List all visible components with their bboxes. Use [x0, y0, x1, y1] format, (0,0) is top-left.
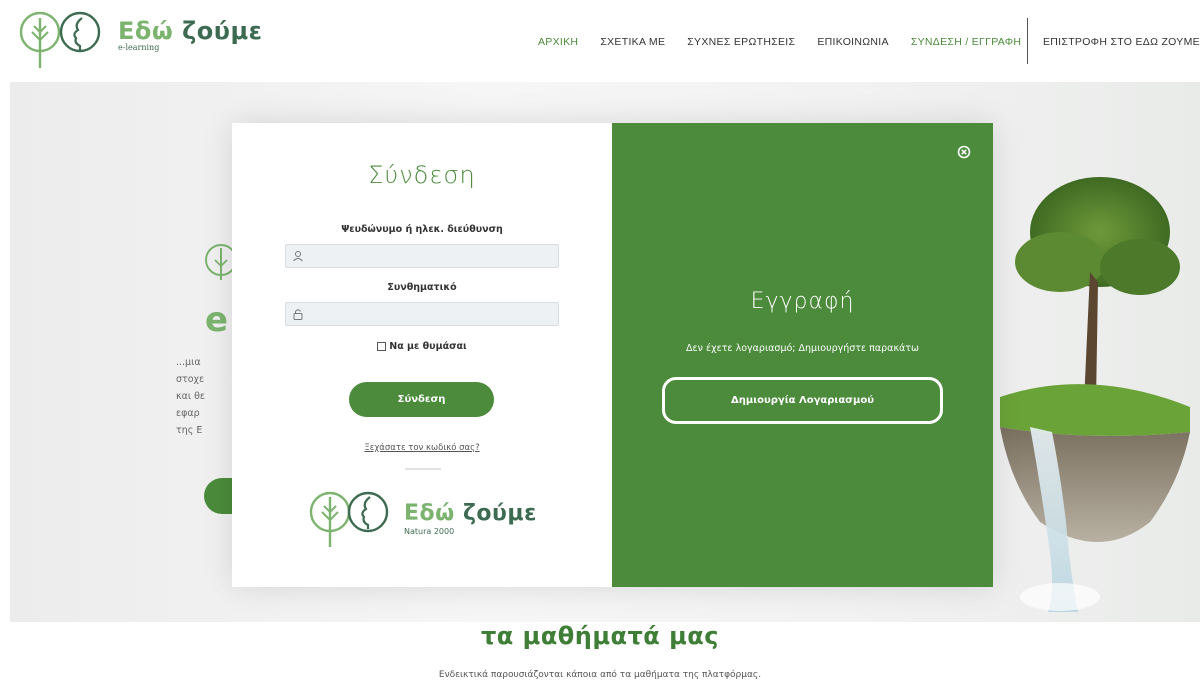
logo-title: Εδώ ζούμε — [118, 16, 263, 45]
login-register-modal: Σύνδεση Ψευδώνυμο ή ηλεκ. διεύθυνση Συνθ… — [232, 123, 993, 587]
courses-subtitle: Ενδεικτικά παρουσιάζονται κάποια από τα … — [438, 670, 762, 680]
nav-return-link[interactable]: ΕΠΙΣΤΡΟΦΗ ΣΤΟ ΕΔΩ ΖΟΥΜΕ — [1043, 36, 1200, 48]
forgot-password-link[interactable]: Ξεχάσατε τον κωδικό σας? — [232, 443, 612, 453]
tree-logo-icon — [19, 11, 101, 68]
login-button[interactable]: Σύνδεση — [349, 382, 494, 417]
separator — [405, 468, 441, 470]
site-logo[interactable]: Εδώ ζούμε e-learning — [18, 10, 263, 72]
username-label: Ψευδώνυμο ή ηλεκ. διεύθυνση — [341, 224, 503, 235]
register-panel: Εγγραφή Δεν έχετε λογαριασμό; Δημιουργήσ… — [612, 123, 993, 587]
nav-faq[interactable]: ΣΥΧΝΕΣ ΕΡΩΤΗΣΕΙΣ — [687, 36, 795, 48]
brand-subtitle: Natura 2000 — [404, 526, 455, 536]
lock-icon — [293, 309, 303, 320]
hero-text: ...μια στοχε και θε εφαρ της Ε — [176, 357, 206, 436]
floating-island-image — [1000, 177, 1190, 612]
nav-login-register[interactable]: ΣΥΝΔΕΣΗ / ΕΓΓΡΑΦΗ — [911, 36, 1021, 48]
close-icon[interactable] — [957, 145, 971, 159]
remember-label: Να με θυμάσαι — [389, 341, 467, 352]
remember-checkbox[interactable] — [377, 342, 387, 351]
face-logo-icon — [309, 491, 389, 547]
nav-divider — [1027, 18, 1028, 64]
brand-title: Εδώ ζούμε — [404, 500, 537, 526]
login-panel: Σύνδεση Ψευδώνυμο ή ηλεκ. διεύθυνση Συνθ… — [232, 123, 612, 587]
nav-about[interactable]: ΣΧΕΤΙΚΑ ΜΕ — [600, 36, 665, 48]
brand-logo: Εδώ ζούμε Natura 2000 — [308, 487, 537, 549]
username-field[interactable] — [285, 244, 559, 268]
nav-contact[interactable]: ΕΠΙΚΟΙΝΩΝΙΑ — [817, 36, 889, 48]
username-input[interactable] — [304, 245, 558, 267]
create-account-button[interactable]: Δημιουργία Λογαριασμού — [662, 377, 943, 424]
register-subtitle: Δεν έχετε λογαριασμό; Δημιουργήστε παρακ… — [686, 343, 919, 354]
password-field[interactable] — [285, 302, 559, 326]
password-input[interactable] — [304, 303, 558, 325]
site-header: Εδώ ζούμε e-learning ΑΡΧΙΚΗ ΣΧΕΤΙΚΑ ΜΕ Σ… — [0, 0, 1200, 82]
main-nav: ΑΡΧΙΚΗ ΣΧΕΤΙΚΑ ΜΕ ΣΥΧΝΕΣ ΕΡΩΤΗΣΕΙΣ ΕΠΙΚΟ… — [538, 18, 1200, 64]
nav-home[interactable]: ΑΡΧΙΚΗ — [538, 36, 578, 48]
password-label: Συνθηματικό — [387, 282, 457, 293]
login-title: Σύνδεση — [368, 161, 476, 189]
register-title: Εγγραφή — [750, 289, 855, 314]
remember-me: Να με θυμάσαι — [232, 341, 612, 352]
courses-title: τα μαθήματά μας — [480, 622, 720, 650]
hero-e-letter: e — [205, 300, 229, 340]
user-icon — [293, 251, 303, 262]
